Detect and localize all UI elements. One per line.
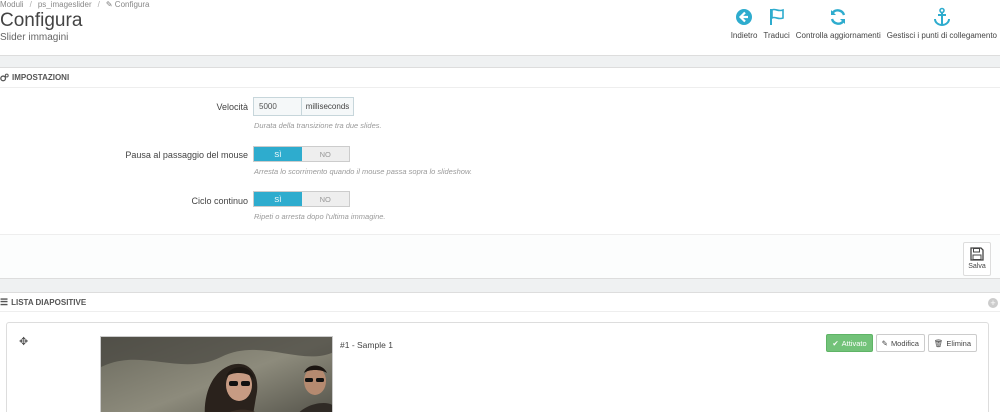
edit-icon: ✎ [881, 338, 888, 348]
page-title: Configura [0, 10, 83, 31]
back-label: Indietro [730, 31, 758, 40]
settings-heading: IMPOSTAZIONI [0, 68, 1000, 88]
slide-thumbnail [100, 336, 333, 412]
pause-help: Arresta lo scorrimento quando il mouse p… [254, 167, 473, 176]
anchor-icon [933, 7, 950, 27]
slides-panel: ☰ LISTA DIAPOSITIVE + ✥ #1 - Sample 1 ✔ … [0, 292, 1000, 412]
refresh-icon [831, 9, 846, 25]
add-slide-icon[interactable]: + [988, 298, 998, 308]
delete-label: Elimina [946, 338, 971, 348]
loop-switch[interactable]: SÌ NO [253, 191, 350, 207]
flag-icon [769, 8, 784, 25]
settings-footer: Salva [0, 234, 1000, 278]
enabled-button[interactable]: ✔ Attivato [826, 334, 873, 352]
slides-heading: ☰ LISTA DIAPOSITIVE [0, 293, 1000, 312]
slide-image [101, 337, 332, 412]
manage-hooks-button[interactable]: Gestisci i punti di collegamento [884, 7, 1000, 43]
speed-help: Durata della transizione tra due slides. [254, 121, 382, 130]
check-updates-label: Controlla aggiornamenti [795, 31, 881, 40]
edit-button[interactable]: ✎ Modifica [875, 334, 925, 352]
arrow-circle-left-icon [736, 9, 753, 25]
slides-heading-label: LISTA DIAPOSITIVE [11, 297, 87, 307]
cogs-icon [0, 73, 9, 82]
enabled-label: Attivato [841, 338, 867, 348]
wrench-icon: ✎ [105, 0, 113, 9]
list-icon: ☰ [0, 296, 9, 307]
page-header: Moduli / ps_imageslider / ✎ Configura Co… [0, 0, 1000, 56]
breadcrumb: Moduli / ps_imageslider / ✎ Configura [0, 0, 149, 9]
loop-no-option[interactable]: NO [301, 192, 349, 206]
loop-yes-option[interactable]: SÌ [254, 192, 302, 206]
breadcrumb-separator: / [29, 0, 32, 9]
slide-title: #1 - Sample 1 [340, 340, 393, 350]
slide-actions: ✔ Attivato ✎ Modifica 🗑 Elimina [826, 334, 977, 352]
speed-unit: milliseconds [301, 97, 354, 116]
translate-button[interactable]: Traduci [760, 7, 792, 43]
pause-no-option[interactable]: NO [301, 147, 349, 161]
breadcrumb-item-modules[interactable]: Moduli [0, 0, 24, 9]
speed-label: Velocità [216, 102, 248, 112]
back-button[interactable]: Indietro [728, 7, 761, 43]
toolbar: Indietro Traduci Controlla aggiornamenti… [728, 7, 1000, 43]
floppy-disk-icon [970, 247, 984, 261]
breadcrumb-separator: / [97, 0, 100, 9]
pause-label: Pausa al passaggio del mouse [125, 150, 248, 160]
loop-help: Ripeti o arresta dopo l'ultima immagine. [254, 212, 386, 221]
manage-hooks-label: Gestisci i punti di collegamento [886, 31, 997, 40]
pause-switch[interactable]: SÌ NO [253, 146, 350, 162]
page-subtitle: Slider immagini [0, 32, 69, 43]
breadcrumb-item-module[interactable]: ps_imageslider [38, 0, 92, 9]
save-button[interactable]: Salva [963, 242, 991, 276]
move-icon[interactable]: ✥ [19, 335, 28, 348]
breadcrumb-item-configure: ✎ Configura [106, 0, 150, 9]
translate-label: Traduci [763, 31, 790, 40]
check-updates-button[interactable]: Controlla aggiornamenti [793, 7, 884, 43]
loop-label: Ciclo continuo [191, 196, 248, 206]
settings-heading-label: IMPOSTAZIONI [12, 73, 70, 82]
save-label: Salva [968, 263, 986, 270]
slide-item: ✥ #1 - Sample 1 ✔ Attivato ✎ Modifica 🗑 … [6, 322, 989, 412]
pause-yes-option[interactable]: SÌ [254, 147, 302, 161]
speed-input[interactable] [253, 97, 301, 116]
delete-button[interactable]: 🗑 Elimina [927, 334, 977, 352]
speed-input-group: milliseconds [253, 97, 354, 116]
trash-icon: 🗑 [933, 338, 944, 348]
breadcrumb-current-label: Configura [114, 0, 150, 9]
check-icon: ✔ [832, 338, 839, 348]
edit-label: Modifica [890, 338, 919, 348]
